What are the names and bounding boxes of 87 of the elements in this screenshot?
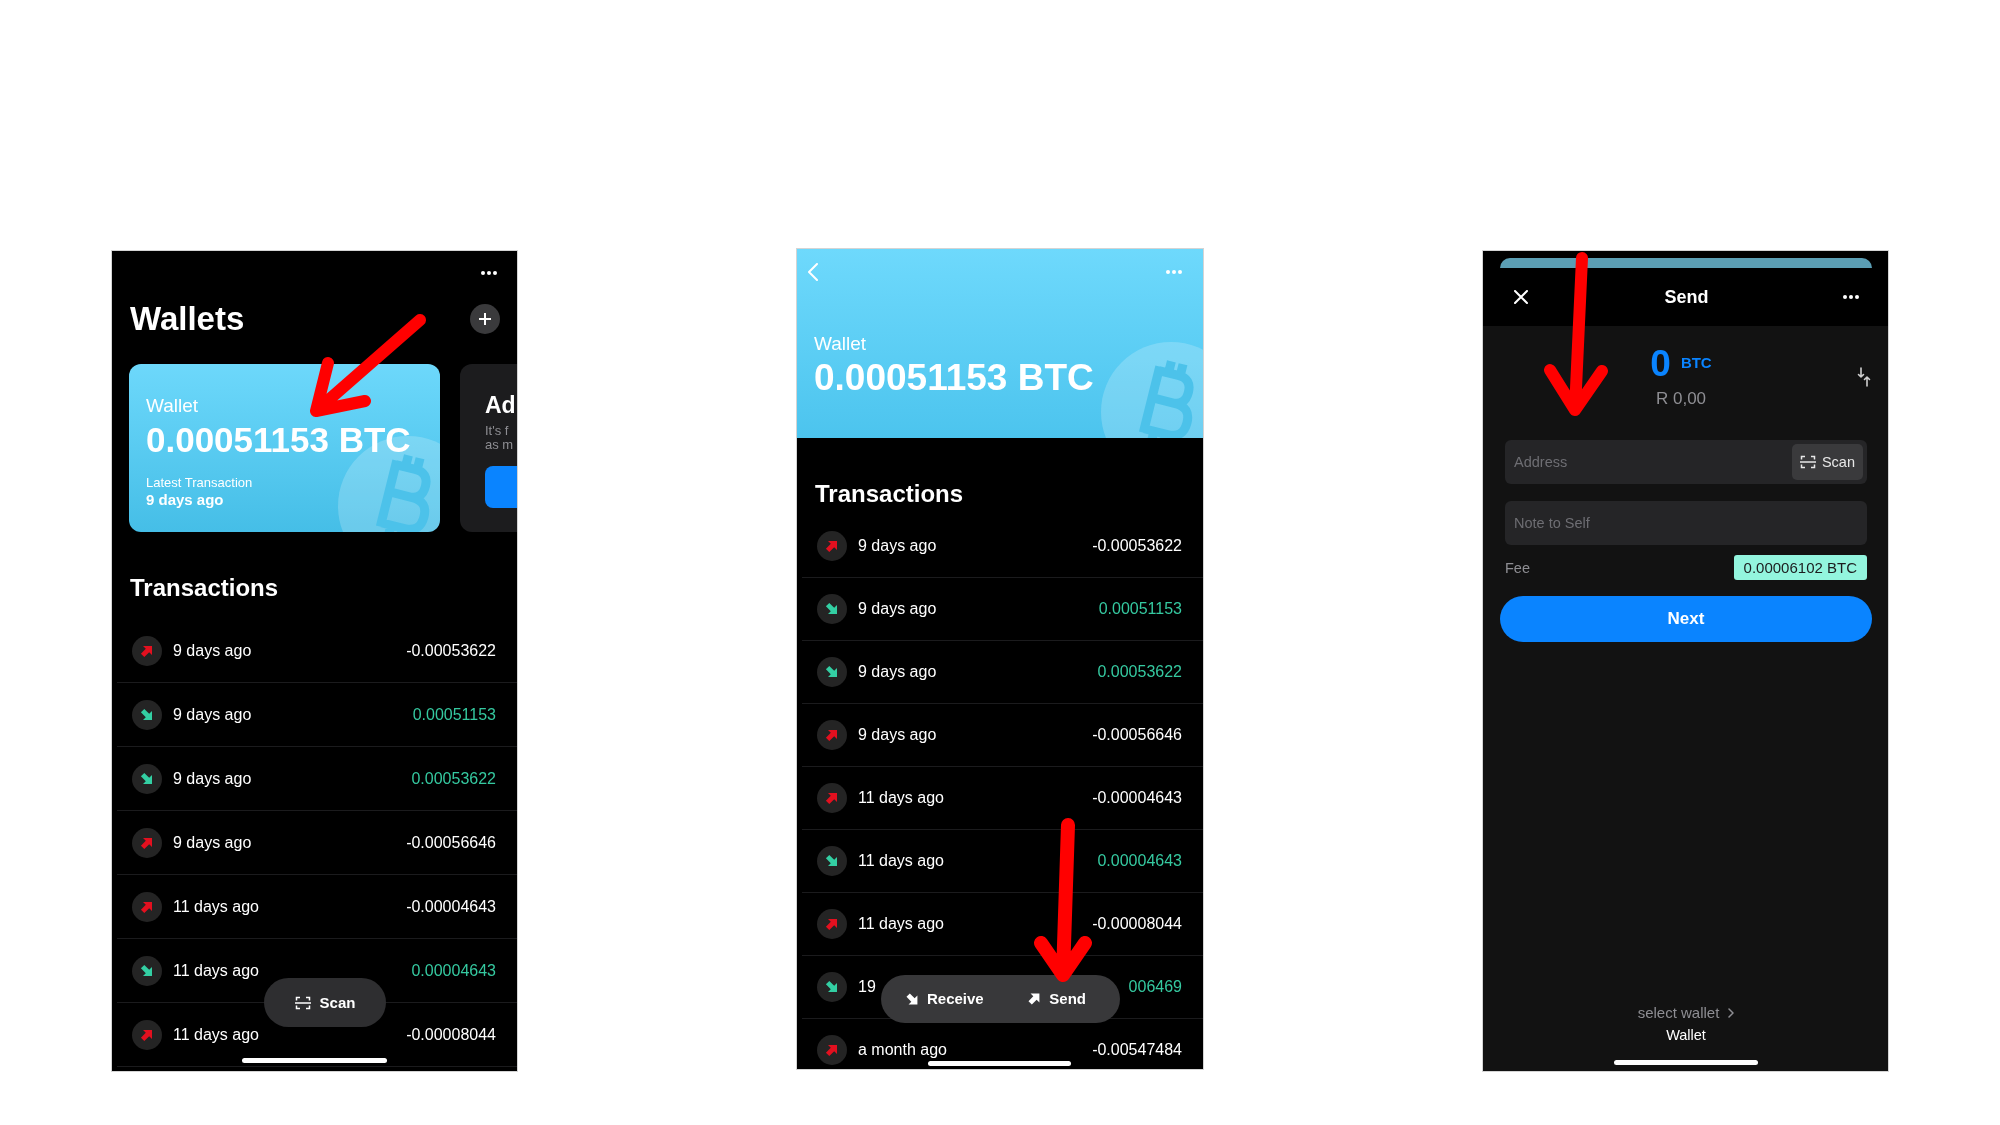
arrow-down-right-icon xyxy=(132,763,162,794)
transaction-date: 9 days ago xyxy=(858,600,937,618)
arrow-down-right-icon xyxy=(906,993,918,1005)
transaction-amount: 006469 xyxy=(1128,978,1182,996)
transaction-date: a month ago xyxy=(858,1041,947,1059)
screen-title: Wallets xyxy=(130,299,245,339)
transaction-amount: -0.00056646 xyxy=(1092,726,1182,744)
bitcoin-coin-icon xyxy=(1101,342,1203,438)
transaction-amount: -0.00053622 xyxy=(406,641,496,660)
arrow-down-right-icon xyxy=(817,846,847,876)
arrow-down-right-icon xyxy=(132,955,162,986)
arrow-up-right-icon xyxy=(817,1035,847,1065)
transaction-amount: 0.00051153 xyxy=(412,705,496,724)
arrow-down-right-icon xyxy=(817,972,847,1002)
transaction-date: 19 xyxy=(858,978,876,996)
arrow-up-right-icon xyxy=(132,827,162,858)
transaction-amount: -0.00053622 xyxy=(1092,537,1182,555)
transaction-amount: -0.00056646 xyxy=(406,833,496,852)
plus-icon xyxy=(478,312,492,326)
latest-transaction-label: Latest Transaction xyxy=(146,475,253,491)
promo-text: It's f as m xyxy=(485,424,514,452)
fee-value[interactable]: 0.00006102 BTC xyxy=(1733,555,1867,580)
arrow-up-right-icon xyxy=(1028,993,1041,1005)
wallet-name: Wallet xyxy=(146,396,199,416)
transaction-date: 11 days ago xyxy=(858,852,944,870)
address-field[interactable]: Address Scan xyxy=(1505,440,1867,484)
next-button[interactable]: Next xyxy=(1500,596,1872,642)
promo-card[interactable]: Ad It's f as m xyxy=(460,364,517,532)
transaction-amount: -0.00004643 xyxy=(406,897,496,916)
scan-icon xyxy=(1799,455,1816,469)
wallet-balance: 0.00051153 BTC xyxy=(146,420,411,460)
arrow-down-right-icon xyxy=(817,594,847,624)
select-wallet-button[interactable]: select wallet xyxy=(1637,1004,1735,1022)
amount-unit: BTC xyxy=(1680,354,1712,372)
scan-button[interactable]: Scan xyxy=(1791,444,1863,480)
transaction-amount: 0.00053622 xyxy=(1097,663,1182,681)
transaction-amount: -0.00008044 xyxy=(406,1025,496,1044)
arrow-down-right-icon xyxy=(817,657,847,687)
fee-label: Fee xyxy=(1505,558,1530,577)
transaction-date: 9 days ago xyxy=(858,663,937,681)
transaction-date: 9 days ago xyxy=(173,833,252,852)
wallet-balance: 0.00051153 BTC xyxy=(814,357,1094,399)
arrow-up-right-icon xyxy=(132,891,162,922)
transaction-date: 9 days ago xyxy=(173,769,252,788)
section-title: Transactions xyxy=(815,479,964,509)
send-button[interactable]: Send xyxy=(1028,990,1086,1008)
more-icon[interactable] xyxy=(481,271,497,275)
add-button[interactable] xyxy=(470,304,500,334)
receive-button[interactable]: Receive xyxy=(906,990,984,1008)
arrow-up-right-icon xyxy=(132,1019,162,1050)
note-field[interactable]: Note to Self xyxy=(1505,501,1867,545)
arrow-down-right-icon xyxy=(132,699,162,730)
promo-title: Ad xyxy=(485,391,516,419)
arrow-up-right-icon xyxy=(817,783,847,813)
transaction-amount: -0.00004643 xyxy=(1092,789,1182,807)
more-icon[interactable] xyxy=(1843,295,1859,299)
transaction-date: 11 days ago xyxy=(173,897,259,916)
selected-wallet-name: Wallet xyxy=(1666,1026,1706,1044)
transaction-amount: 0.00051153 xyxy=(1098,600,1182,618)
transaction-date: 11 days ago xyxy=(858,915,944,933)
arrow-up-right-icon xyxy=(132,635,162,666)
transaction-date: 11 days ago xyxy=(173,1025,259,1044)
arrow-up-right-icon xyxy=(817,531,847,561)
amount-value: 0 xyxy=(1650,345,1671,383)
wallet-name: Wallet xyxy=(814,333,867,355)
transaction-amount: -0.00547484 xyxy=(1092,1041,1182,1059)
swap-icon[interactable] xyxy=(1857,367,1871,387)
latest-transaction-date: 9 days ago xyxy=(146,491,224,509)
transaction-date: 9 days ago xyxy=(858,537,937,555)
transaction-date: 11 days ago xyxy=(173,961,259,980)
transaction-date: 9 days ago xyxy=(173,705,252,724)
transaction-amount: 0.00004643 xyxy=(411,961,496,980)
screen-title: Send xyxy=(1664,286,1709,308)
scan-button[interactable]: Scan xyxy=(264,978,386,1027)
transaction-amount: -0.00008044 xyxy=(1092,915,1182,933)
close-icon[interactable] xyxy=(1514,290,1528,304)
transaction-date: 9 days ago xyxy=(173,641,252,660)
chevron-right-icon xyxy=(1728,1008,1735,1018)
transaction-amount: 0.00053622 xyxy=(411,769,496,788)
section-title: Transactions xyxy=(130,573,279,603)
scan-icon xyxy=(294,995,311,1010)
transaction-amount: 0.00004643 xyxy=(1097,852,1182,870)
fiat-amount: R 0,00 xyxy=(1655,389,1707,409)
transaction-date: 9 days ago xyxy=(858,726,937,744)
arrow-up-right-icon xyxy=(817,909,847,939)
transaction-date: 11 days ago xyxy=(858,789,944,807)
arrow-up-right-icon xyxy=(817,720,847,750)
